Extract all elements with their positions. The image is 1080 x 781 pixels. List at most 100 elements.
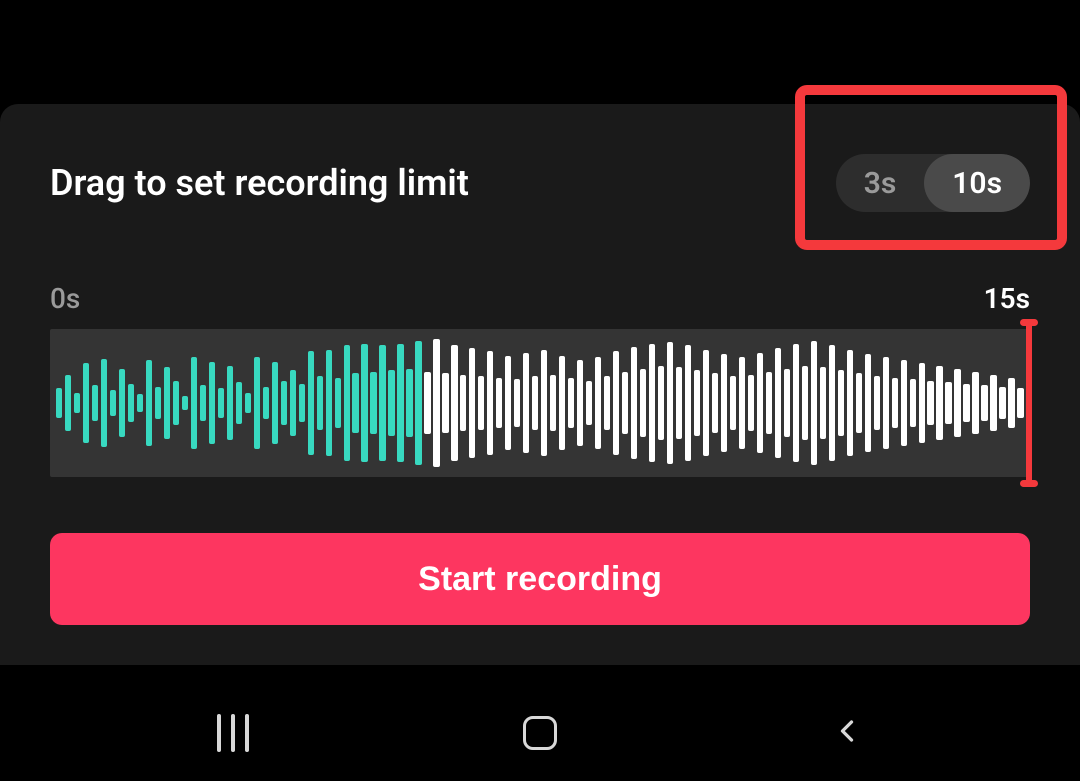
wave-bar [658,366,664,440]
wave-bar [245,393,251,414]
wave-bar [56,388,62,418]
wave-bar [65,375,71,431]
wave-bar [317,376,323,429]
wave-bar [775,348,781,458]
wave-bar [865,354,871,452]
nav-back-button[interactable] [817,703,877,763]
wave-bar [820,367,826,438]
wave-bar [847,350,853,457]
panel-header: Drag to set recording limit 3s 10s [50,154,1030,212]
wave-bar [478,376,484,429]
wave-bar [173,381,179,425]
wave-bar [299,384,305,422]
wave-bar [523,353,529,454]
wave-bar [182,396,188,411]
wave-bar [424,372,430,434]
wave-bar [326,350,332,457]
wave-bar [604,376,610,429]
wave-bar [254,357,260,449]
wave-bar [676,367,682,438]
wave-bar [200,385,206,421]
wave-bar [954,369,960,437]
nav-recents-button[interactable] [203,703,263,763]
wave-bar [712,373,718,432]
recording-limit-panel: Drag to set recording limit 3s 10s 0s 15… [0,104,1080,665]
wave-bar [451,345,457,460]
recording-limit-handle[interactable] [1026,319,1032,487]
wave-bar [460,375,466,431]
wave-bar [730,376,736,429]
wave-bar [442,373,448,432]
wave-bar [344,345,350,460]
wave-bar [137,394,143,412]
wave-bar [694,370,700,435]
time-labels-row: 0s 15s [50,282,1030,315]
android-nav-bar [0,685,1080,781]
wave-bar [577,360,583,446]
wave-bar [802,366,808,440]
wave-bar [74,393,80,414]
back-icon [829,713,865,753]
wave-bar [290,370,296,435]
wave-bar [919,363,925,443]
wave-bar [793,344,799,462]
wave-bar [766,372,772,434]
wave-bar [972,372,978,434]
wave-bar [892,378,898,428]
nav-home-button[interactable] [510,703,570,763]
wave-bar [613,351,619,455]
duration-toggle[interactable]: 3s 10s [836,154,1030,212]
wave-bar [811,341,817,465]
wave-bar [685,345,691,460]
wave-bar [784,369,790,437]
wave-bar [757,353,763,454]
wave-bar [164,367,170,438]
time-label-start: 0s [50,282,80,315]
wave-bar [829,345,835,460]
wave-bar [568,378,574,428]
wave-bar [101,359,107,448]
waveform-track[interactable] [50,329,1030,477]
wave-bar [550,375,556,431]
wave-bar [945,382,951,423]
wave-bar [936,366,942,440]
toggle-option-10s[interactable]: 10s [924,154,1030,212]
wave-bar [209,362,215,445]
wave-bar [990,375,996,431]
home-icon [523,716,557,750]
wave-bar [1017,388,1023,418]
wave-bar [218,388,224,418]
wave-bar [541,350,547,457]
wave-bar [128,384,134,422]
wave-bar [191,357,197,449]
wave-bar [236,382,242,423]
wave-bar [739,357,745,449]
wave-bar [514,379,520,426]
wave-bar [146,360,152,446]
toggle-option-3s[interactable]: 3s [836,154,925,212]
wave-bar [981,385,987,421]
wave-bar [532,376,538,429]
wave-bar [415,341,421,465]
wave-bar [227,366,233,440]
wave-bar [361,344,367,462]
wave-bar [352,373,358,432]
wave-bar [649,344,655,462]
wave-bar [856,373,862,432]
wave-bar [883,357,889,449]
wave-bar [406,369,412,437]
start-recording-button[interactable]: Start recording [50,533,1030,625]
wave-bar [335,378,341,428]
wave-bar [874,376,880,429]
wave-bar [281,381,287,425]
wave-bar [83,363,89,443]
wave-bar [397,344,403,462]
wave-bar [999,387,1005,420]
wave-bar [927,381,933,425]
wave-bar [901,360,907,446]
wave-bar [496,378,502,428]
wave-bar [838,370,844,435]
wave-bar [910,379,916,426]
wave-bar [631,347,637,459]
wave-bar [119,369,125,437]
